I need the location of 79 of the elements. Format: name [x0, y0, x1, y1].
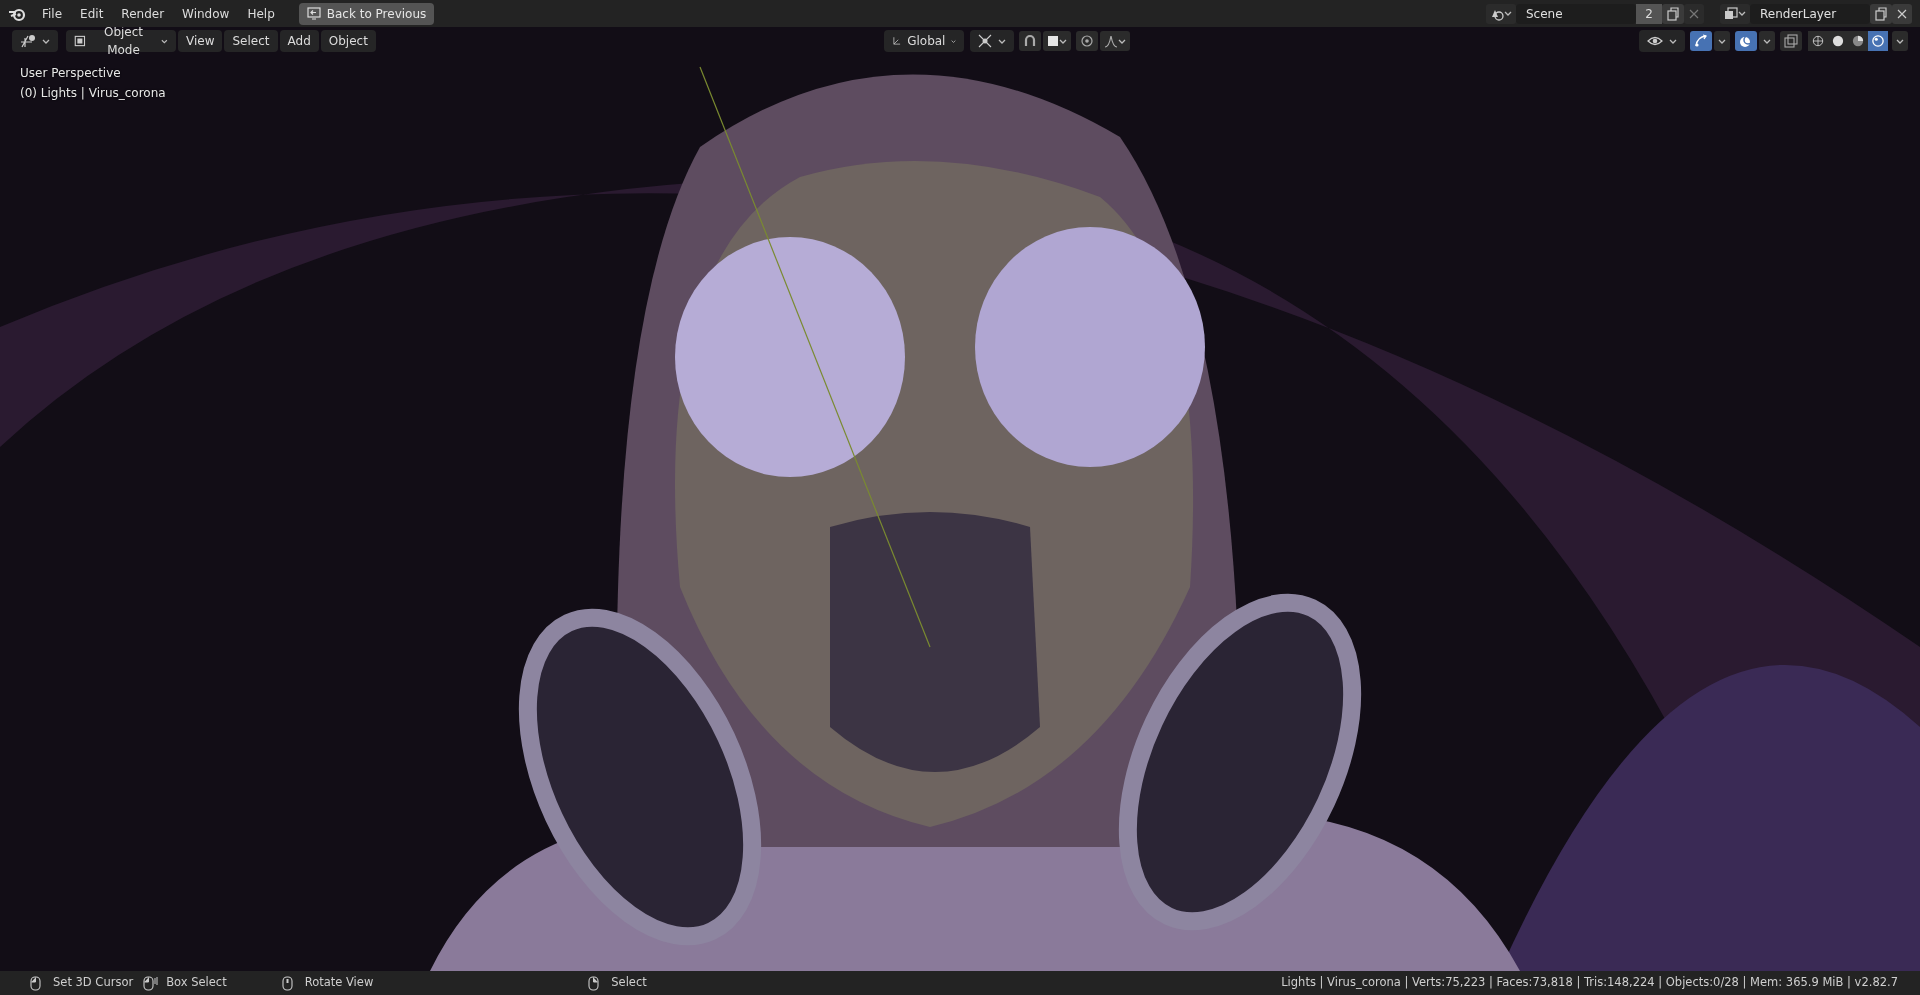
menu-item[interactable]: Render	[113, 2, 173, 25]
caret-icon	[1896, 37, 1904, 45]
menu-item[interactable]: Select	[224, 30, 278, 52]
hint-label: Set 3D Cursor	[53, 974, 134, 992]
scene-selector[interactable]	[1486, 3, 1516, 24]
falloff-dropdown[interactable]	[1100, 31, 1131, 51]
axes-icon	[892, 34, 902, 48]
scene-name-field[interactable]: Scene	[1516, 3, 1636, 24]
hint-label: Select	[611, 974, 647, 992]
menu-item[interactable]: Add	[279, 30, 319, 52]
user-count: 2	[1636, 3, 1662, 24]
menu-item[interactable]: Object	[320, 30, 376, 52]
target-icon	[1080, 34, 1095, 48]
snap-element-dropdown[interactable]	[1043, 31, 1072, 51]
menu-item[interactable]: Window	[174, 2, 238, 25]
dropdown-button[interactable]	[1892, 31, 1908, 51]
caret-icon	[1669, 37, 1677, 45]
sphere-icon	[1832, 34, 1844, 48]
wireframe-shading-button[interactable]	[1808, 31, 1828, 51]
cube-icon	[74, 34, 86, 48]
new-view-layer-button[interactable]	[1870, 3, 1892, 24]
gizmos-toggle[interactable]	[1690, 31, 1712, 51]
menu-item[interactable]: Edit	[72, 2, 112, 25]
layers-icon	[1724, 6, 1738, 21]
rendered-shading-button[interactable]	[1868, 31, 1888, 51]
close-icon	[1688, 7, 1700, 20]
caret-icon	[998, 37, 1007, 45]
editor-type-button[interactable]	[12, 30, 58, 52]
scene-statistics: Lights | Virus_corona | Verts:75,223 | Faces:73,818 | Tris:148,224 | Objects:0/28 | Mem: 365.9 MiB | v2.82.7	[1281, 974, 1898, 992]
snap-toggle[interactable]	[1019, 31, 1042, 51]
xray-toggle[interactable]	[1780, 31, 1802, 51]
view-name: User Perspective	[20, 65, 121, 82]
sphere-icon	[1812, 34, 1824, 48]
copy-icon	[1666, 6, 1680, 21]
new-scene-button[interactable]	[1662, 3, 1684, 24]
square-icon	[1047, 35, 1060, 47]
overlay-icon	[1739, 34, 1753, 48]
caret-icon	[1738, 10, 1746, 17]
view-layer-name: RenderLayer	[1759, 5, 1838, 23]
view-layer-field[interactable]: RenderLayer	[1750, 3, 1870, 24]
eye-icon	[1647, 34, 1663, 48]
magnet-icon	[1023, 34, 1038, 48]
close-icon	[1896, 7, 1908, 20]
axes-icon	[20, 34, 36, 48]
menu-item[interactable]: Help	[239, 2, 283, 25]
hint-label: Box Select	[166, 974, 227, 992]
falloff-icon	[1104, 34, 1119, 48]
caret-icon	[42, 37, 50, 45]
delete-scene-button[interactable]	[1684, 3, 1704, 24]
pivot-dropdown[interactable]	[970, 30, 1015, 52]
proportional-toggle[interactable]	[1076, 31, 1099, 51]
orientation-dropdown[interactable]: Global	[884, 30, 965, 52]
caret-icon	[1059, 37, 1068, 45]
caret-icon	[1763, 37, 1771, 45]
sphere-icon	[1872, 34, 1884, 48]
dropdown-button[interactable]	[1759, 31, 1775, 51]
visibility-dropdown[interactable]	[1639, 30, 1685, 52]
object-info: (0) Lights | Virus_corona	[20, 85, 166, 102]
overlays-toggle[interactable]	[1735, 31, 1757, 51]
mouse-icon	[143, 975, 159, 991]
menu-item[interactable]: View	[178, 30, 223, 52]
gizmo-icon	[1694, 34, 1708, 48]
caret-icon	[1718, 37, 1726, 45]
xray-icon	[1784, 34, 1798, 48]
caret-icon	[951, 37, 957, 45]
caret-icon	[161, 37, 168, 45]
sphere-icon	[1852, 34, 1864, 48]
caret-icon	[1504, 10, 1512, 17]
view-layer-selector[interactable]	[1720, 3, 1750, 24]
caret-icon	[1118, 37, 1127, 45]
scene-name: Scene	[1525, 5, 1564, 23]
back-button[interactable]: Back to Previous	[298, 2, 435, 25]
pivot-icon	[978, 34, 993, 48]
delete-view-layer-button[interactable]	[1892, 3, 1912, 24]
hint-label: Rotate View	[304, 974, 374, 992]
menu-item[interactable]: File	[34, 2, 71, 25]
dropdown-button[interactable]	[1714, 31, 1730, 51]
copy-icon	[1874, 6, 1888, 21]
material-shading-button[interactable]	[1848, 31, 1868, 51]
